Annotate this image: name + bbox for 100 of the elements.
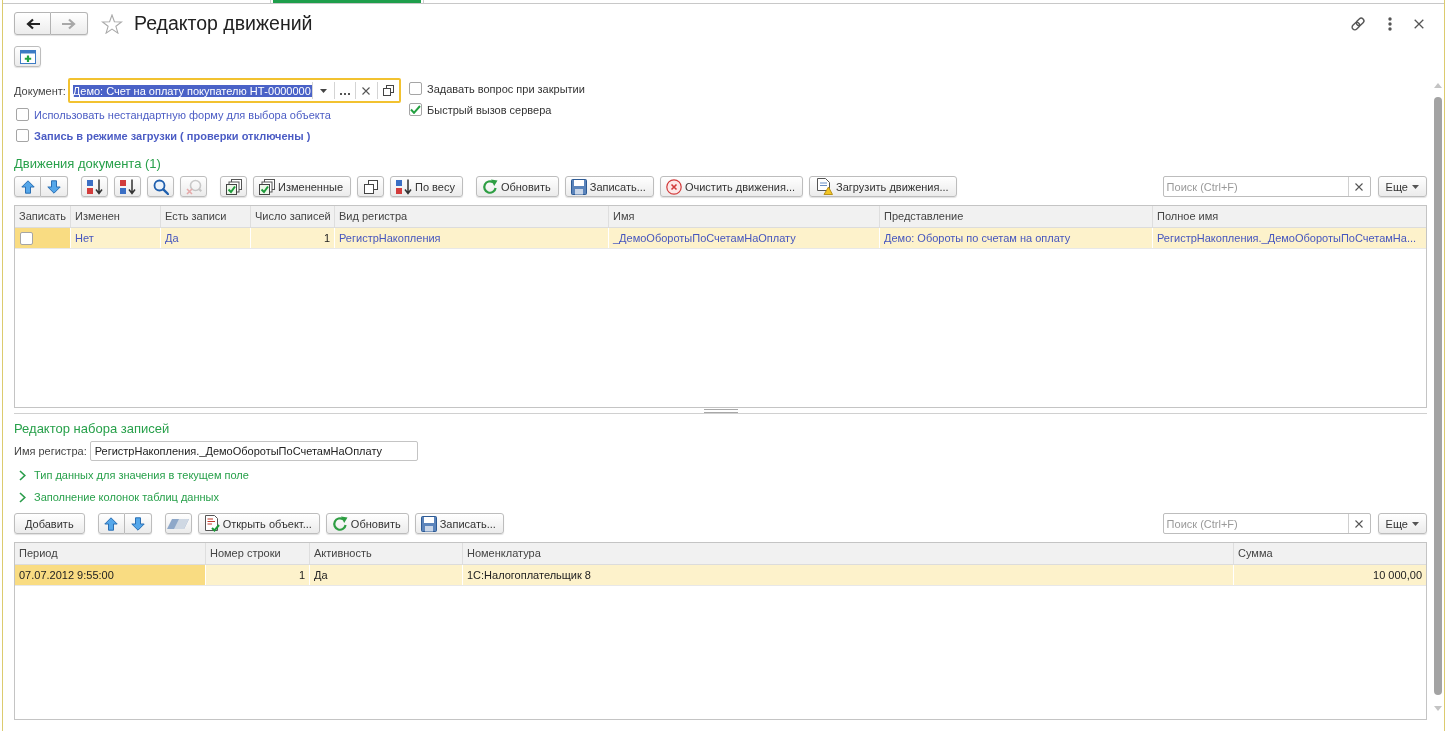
back-button[interactable] <box>14 12 51 35</box>
section-title: Движения документа (1) <box>14 156 162 172</box>
star-outline-icon[interactable] <box>101 13 123 34</box>
chevron-right-icon <box>19 469 26 481</box>
add-form-button[interactable] <box>14 46 41 67</box>
collapsible-group-header[interactable]: Тип данных для значения в текущем поле <box>14 467 1427 483</box>
checkbox-label[interactable]: Быстрый вызов сервера <box>427 103 552 116</box>
table-cell: 1 <box>206 565 310 585</box>
document-icon <box>815 178 834 195</box>
move-down-button[interactable] <box>124 513 152 534</box>
checkmark-icon <box>410 105 421 114</box>
checkbox[interactable] <box>16 129 29 142</box>
caret-icon <box>1412 521 1419 526</box>
arrow-left-icon <box>24 17 41 30</box>
table-cell: Да <box>310 565 463 585</box>
load-button[interactable]: Загрузить движения... <box>809 176 957 197</box>
grip-icon[interactable] <box>703 409 738 413</box>
arrow-down-icon <box>130 516 145 531</box>
table-cell: Нет <box>71 228 161 248</box>
table-row[interactable]: 07.07.2012 9:55:00 1 Да 1С:Налогоплательщик 8 10 000,00 <box>15 565 1426 586</box>
table-cell-text: 10 000,00 <box>1372 568 1423 583</box>
refresh-icon <box>481 178 498 195</box>
collapsible-group-header[interactable]: Заполнение колонок таблиц данных <box>14 489 1427 505</box>
checkbox[interactable] <box>409 82 422 95</box>
open-window-icon[interactable] <box>382 85 394 96</box>
save-icon <box>420 515 437 532</box>
move-up-button[interactable] <box>14 176 41 197</box>
arrow-down-icon <box>47 179 61 194</box>
clear-button[interactable]: Очистить движения... <box>659 176 804 197</box>
more-icon[interactable] <box>1388 16 1392 31</box>
save-button[interactable]: Записать... <box>564 176 654 197</box>
section-title: Редактор набора записей <box>14 421 171 437</box>
copy-icon <box>363 179 378 194</box>
close-icon[interactable] <box>1414 18 1424 29</box>
table-cell: 1 <box>251 228 335 248</box>
search-cancel-icon <box>185 178 202 195</box>
register-name-field[interactable]: РегистрНакопления._ДемоОборотыПоСчетамНаОплату <box>89 441 418 461</box>
checkbox[interactable] <box>409 103 422 116</box>
table-cell: 1С:Налогоплательщик 8 <box>463 565 1234 585</box>
checkbox-label[interactable]: Запись в режиме загрузки ( проверки отключены ) <box>34 129 311 142</box>
document-field[interactable]: Демо: Счет на оплату покупателю НТ-0000000 <box>67 78 401 103</box>
refresh-button[interactable]: Обновить <box>325 513 409 534</box>
close-icon[interactable] <box>1355 182 1364 191</box>
checkbox[interactable] <box>16 108 29 121</box>
move-down-button[interactable] <box>41 176 68 197</box>
column-header[interactable]: Период <box>15 543 206 564</box>
column-header[interactable]: Активность <box>310 543 463 564</box>
column-header[interactable]: Изменен <box>71 206 161 227</box>
search-icon <box>152 178 169 195</box>
save-icon <box>570 178 587 195</box>
table-cell: 07.07.2012 9:55:00 <box>15 565 206 585</box>
add-button[interactable]: Добавить <box>14 513 85 534</box>
link-icon[interactable] <box>1350 15 1366 32</box>
save-button[interactable]: Записать... <box>414 513 504 534</box>
window-plus-icon <box>19 49 36 64</box>
changed-filter-button[interactable]: Измененные <box>253 176 351 197</box>
close-icon[interactable] <box>362 86 371 95</box>
scrollbar-thumb[interactable] <box>1434 97 1442 695</box>
table-cell: Демо: Обороты по счетам на оплату <box>880 228 1153 248</box>
sort-ascending-icon <box>86 178 103 195</box>
column-header[interactable]: Полное имя <box>1153 206 1426 227</box>
column-header[interactable]: Есть записи <box>161 206 251 227</box>
open-object-button[interactable]: Открыть объект... <box>197 513 320 534</box>
caret-icon <box>1412 184 1419 189</box>
chevron-right-icon <box>19 491 26 503</box>
search-button[interactable] <box>147 176 174 197</box>
move-up-button[interactable] <box>97 513 125 534</box>
refresh-icon <box>331 515 348 532</box>
table-row[interactable]: Нет Да 1 РегистрНакопления _ДемоОборотыПоСчетамНаОплату Демо: Обороты по счетам на оплату РегистрНакопления._ДемоОборотыПоСчетамНа... <box>15 228 1426 249</box>
eraser-icon <box>167 518 190 529</box>
checkbox-label[interactable]: Задавать вопрос при закрытии <box>427 82 585 95</box>
table-cell: РегистрНакопления <box>335 228 609 248</box>
column-header[interactable]: Номер строки <box>206 543 310 564</box>
column-header[interactable]: Номенклатура <box>463 543 1234 564</box>
table-cell-text: РегистрНакопления._ДемоОборотыПоСчетамНа... <box>1156 231 1418 246</box>
column-header[interactable]: Имя <box>609 206 880 227</box>
sort-ascending-button[interactable] <box>81 176 108 197</box>
more-button[interactable]: Еще <box>1377 176 1427 197</box>
table-cell: Да <box>161 228 251 248</box>
refresh-button[interactable]: Обновить <box>475 176 559 197</box>
sort-button[interactable]: По весу <box>390 176 463 197</box>
arrow-up-icon <box>104 516 119 531</box>
column-header[interactable]: Вид регистра <box>335 206 609 227</box>
document-check-icon <box>203 515 220 532</box>
more-button[interactable]: Еще <box>1377 513 1427 534</box>
close-icon[interactable] <box>1355 519 1364 528</box>
caret-icon[interactable] <box>319 88 327 93</box>
clear-icon <box>665 178 682 195</box>
table-cell: _ДемоОборотыПоСчетамНаОплату <box>609 228 880 248</box>
window-title: Редактор движений <box>134 12 313 35</box>
check-all-button[interactable] <box>220 176 247 197</box>
column-header[interactable]: Сумма <box>1234 543 1426 564</box>
checked-list-icon <box>225 178 242 195</box>
copy-button[interactable] <box>357 176 384 197</box>
column-header[interactable]: Число записей <box>251 206 335 227</box>
column-header[interactable]: Представление <box>880 206 1153 227</box>
field-label: Документ: <box>14 84 66 97</box>
column-header[interactable]: Записать <box>15 206 71 227</box>
checkbox-label[interactable]: Использовать нестандартную форму для выбора объекта <box>34 108 331 121</box>
sort-descending-button[interactable] <box>114 176 141 197</box>
